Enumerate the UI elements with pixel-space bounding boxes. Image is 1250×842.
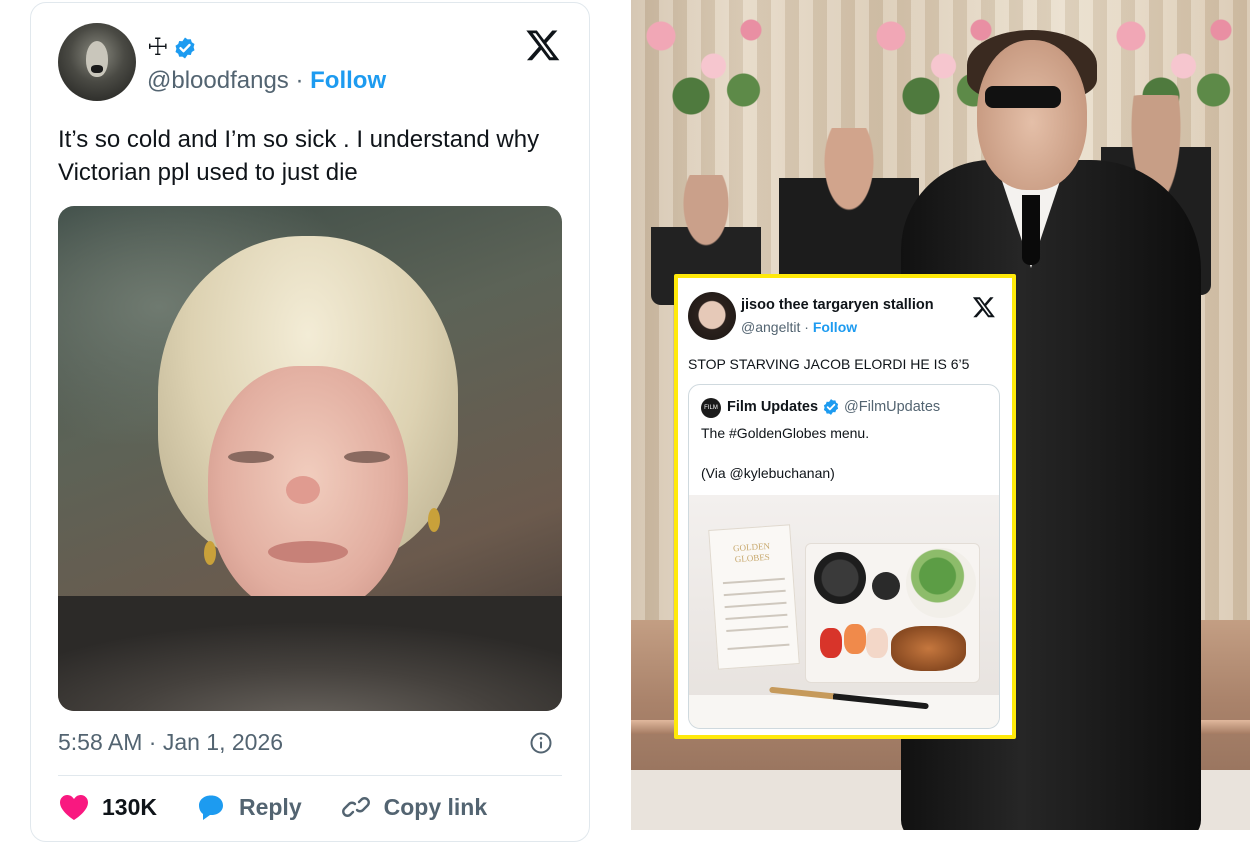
menu-line (723, 589, 786, 597)
tweet-text: It’s so cold and I’m so sick . I underst… (58, 126, 540, 186)
quoted-tweet[interactable]: FILM Film Updates @FilmUpdates The #Gold… (688, 384, 1000, 729)
menu-card: GOLDEN GLOBES (708, 524, 800, 670)
x-logo-icon[interactable] (525, 27, 561, 63)
quoted-author-row: Film Updates @FilmUpdates (727, 398, 940, 416)
sushi (866, 628, 888, 658)
verified-badge-icon (175, 37, 195, 58)
verified-badge-icon (823, 399, 839, 415)
separator-dot: · (295, 67, 304, 94)
author-handle[interactable]: @bloodfangs (147, 67, 289, 94)
menu-line (724, 601, 787, 609)
quoted-media-image[interactable]: GOLDEN GLOBES (689, 495, 999, 728)
quoted-avatar[interactable]: FILM (701, 398, 721, 418)
quoted-text-line: (Via @kylebuchanan) (701, 465, 835, 481)
avatar-mouth (91, 65, 103, 73)
food-bowl (872, 572, 900, 600)
tweet-timestamp[interactable]: 5:58 AM · Jan 1, 2026 (58, 729, 283, 756)
author-handle-row: @bloodfangs · Follow (147, 67, 386, 95)
fish (891, 626, 966, 671)
author-name-row[interactable]: ☩ (147, 33, 197, 62)
copy-link-button[interactable]: Copy link (340, 793, 488, 821)
quoted-text-line: The #GoldenGlobes menu. (701, 425, 870, 441)
menu-line (725, 613, 788, 621)
salad-plate (906, 548, 976, 618)
info-icon[interactable] (529, 731, 553, 755)
copy-link-label: Copy link (383, 793, 488, 820)
follow-button[interactable]: Follow (310, 67, 386, 94)
quoted-display-name[interactable]: Film Updates (727, 399, 818, 415)
media-fur-collar (58, 596, 562, 711)
embedded-tweet: jisoo thee targaryen stallion @angeltit … (674, 274, 1016, 739)
media-eye-left (228, 451, 274, 463)
media-nose (286, 476, 320, 504)
photographer (779, 128, 919, 298)
media-lips (268, 541, 348, 563)
food-bowl (814, 552, 866, 604)
sushi (844, 624, 866, 654)
like-count: 130K (102, 793, 157, 820)
menu-line (727, 643, 790, 650)
tie (1022, 195, 1040, 265)
head (977, 40, 1087, 190)
avatar[interactable] (58, 23, 136, 101)
x-logo-icon[interactable] (972, 295, 996, 319)
separator-dot: · (804, 319, 809, 335)
tweet-text: STOP STARVING JACOB ELORDI HE IS 6’5 (688, 356, 970, 372)
media-earring-left (204, 541, 216, 565)
media-earring-right (428, 508, 440, 532)
avatar[interactable] (688, 292, 736, 340)
left-panel: ☩ @bloodfangs · Follow It’s so cold and … (0, 0, 620, 842)
heart-icon (60, 795, 88, 820)
tweet-actions: 130K Reply Copy link (58, 793, 525, 821)
author-handle[interactable]: @angeltit (741, 319, 800, 335)
link-icon (341, 797, 370, 817)
follow-button[interactable]: Follow (813, 319, 857, 335)
like-button[interactable]: 130K (58, 793, 157, 821)
menu-card-title: GOLDEN GLOBES (732, 540, 771, 565)
sushi (820, 628, 842, 658)
author-display-name[interactable]: jisoo thee targaryen stallion (741, 297, 934, 313)
quoted-handle[interactable]: @FilmUpdates (844, 399, 940, 415)
flower-decoration (631, 0, 781, 120)
menu-line (726, 625, 789, 633)
tweet-card: ☩ @bloodfangs · Follow It’s so cold and … (30, 2, 590, 842)
sunglasses (985, 86, 1061, 108)
divider (58, 775, 562, 776)
reply-button[interactable]: Reply (195, 793, 302, 821)
tweet-media-image[interactable] (58, 206, 562, 711)
media-eye-right (344, 451, 390, 463)
reply-icon (198, 795, 223, 820)
author-display-name[interactable]: ☩ (147, 33, 169, 62)
author-handle-row: @angeltit · Follow (741, 319, 857, 335)
food-tray (805, 543, 980, 683)
reply-label: Reply (238, 793, 302, 820)
menu-line (722, 577, 785, 585)
